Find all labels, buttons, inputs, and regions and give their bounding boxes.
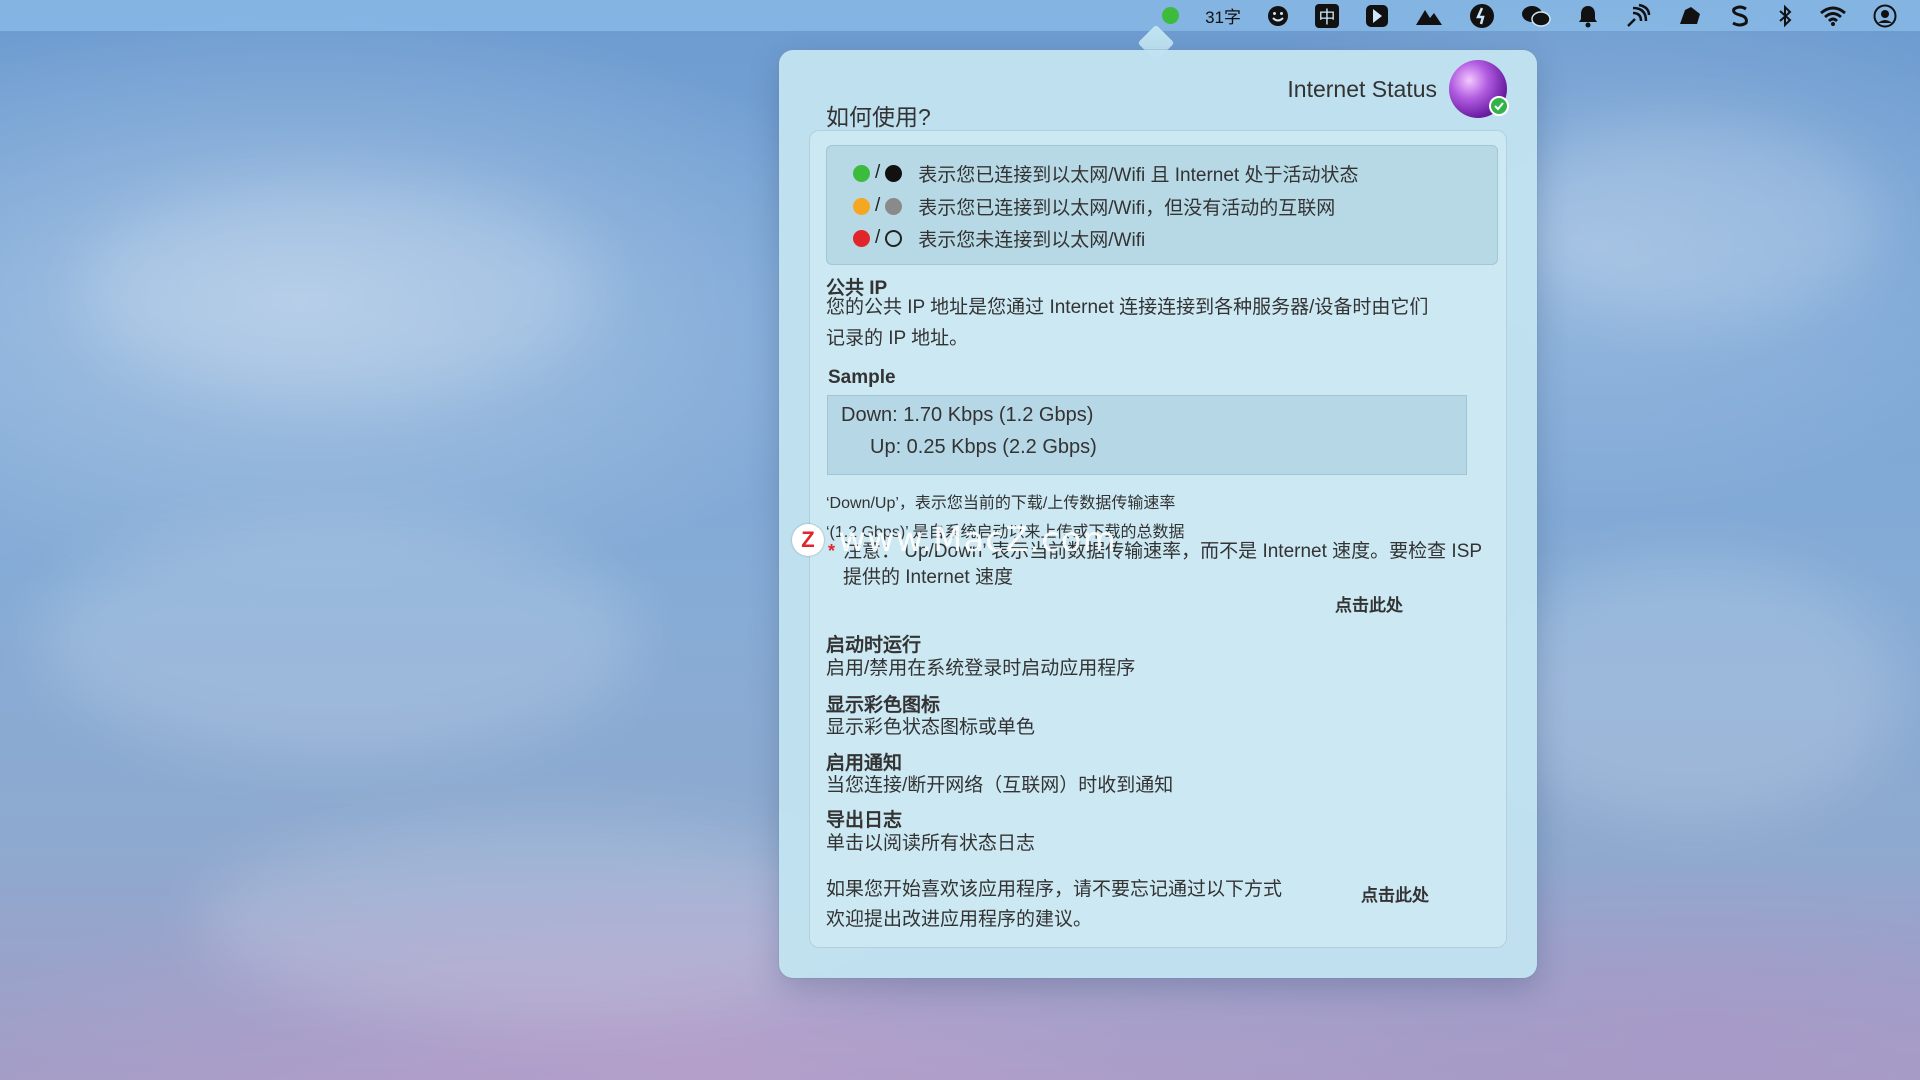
legend-separator: / — [875, 195, 881, 216]
legend-separator: / — [875, 227, 881, 248]
legend-text: 表示您已连接到以太网/Wifi，但没有活动的互联网 — [918, 197, 1336, 219]
internet-status-popover: Internet Status 如何使用? / 表示您已连接到以太网/Wifi … — [779, 50, 1537, 978]
watermark-logo-icon: Z — [792, 524, 824, 556]
word-count-menu-item[interactable]: 31字 — [1205, 0, 1241, 31]
orange-dot-icon — [853, 197, 870, 215]
gray-dot-icon — [885, 197, 903, 215]
public-ip-description-line1: 您的公共 IP 地址是您通过 Internet 连接连接到各种服务器/设备时由它… — [826, 297, 1429, 318]
black-dot-icon — [885, 164, 903, 182]
app-header: Internet Status — [1287, 60, 1509, 118]
legend-row-active: / 表示您已连接到以太网/Wifi 且 Internet 处于活动状态 — [853, 160, 1358, 186]
legend-box: / 表示您已连接到以太网/Wifi 且 Internet 处于活动状态 / 表示… — [826, 145, 1498, 265]
internet-status-menu-icon[interactable] — [1162, 0, 1180, 31]
watermark: Z www.MacZ.com — [792, 520, 1117, 560]
cleaner-icon[interactable] — [1677, 0, 1703, 31]
clock-circle-icon[interactable] — [1469, 0, 1495, 31]
run-at-login-description: 启用/禁用在系统登录时启动应用程序 — [826, 658, 1136, 679]
app-title: Internet Status — [1287, 75, 1437, 102]
sample-down: Down: 1.70 Kbps (1.2 Gbps) — [841, 404, 1094, 426]
feedback-link[interactable]: 点击此处 — [1361, 881, 1429, 906]
sample-up: Up: 0.25 Kbps (2.2 Gbps) — [870, 436, 1097, 458]
app-logo-icon — [1449, 60, 1509, 118]
watermark-logo-letter: Z — [801, 527, 815, 552]
legend-text: 表示您未连接到以太网/Wifi — [918, 229, 1146, 251]
watermark-text: www.MacZ.com — [838, 520, 1117, 560]
legend-row-disconnected: / 表示您未连接到以太网/Wifi — [853, 225, 1145, 251]
legend-row-no-internet: / 表示您已连接到以太网/Wifi，但没有活动的互联网 — [853, 193, 1335, 219]
menu-bar: 31字 中 — [0, 0, 1920, 31]
howto-title: 如何使用? — [826, 104, 931, 130]
notification-bell-icon[interactable] — [1577, 0, 1599, 31]
notifications-description: 当您连接/断开网络（互联网）时收到通知 — [826, 775, 1174, 796]
input-method-icon[interactable]: 中 — [1315, 0, 1339, 31]
s-app-icon[interactable] — [1729, 0, 1751, 31]
app-shortcut-icon[interactable] — [1365, 0, 1389, 31]
color-icon-description: 显示彩色状态图标或单色 — [826, 717, 1036, 738]
istat-mountain-icon[interactable] — [1415, 0, 1443, 31]
sample-box: Down: 1.70 Kbps (1.2 Gbps) Up: 0.25 Kbps… — [827, 395, 1467, 475]
down-up-note: ‘Down/Up’，表示您当前的下载/上传数据传输速率 — [826, 495, 1176, 512]
feedback-line1: 如果您开始喜欢该应用程序，请不要忘记通过以下方式 — [826, 879, 1283, 900]
green-dot-icon — [853, 164, 870, 182]
user-account-icon[interactable] — [1873, 0, 1897, 31]
airplay-icon[interactable] — [1625, 0, 1651, 31]
export-log-description: 单击以阅读所有状态日志 — [826, 833, 1036, 854]
feedback-line2: 欢迎提出改进应用程序的建议。 — [826, 909, 1093, 930]
bluetooth-icon[interactable] — [1777, 0, 1793, 31]
public-ip-description-line2: 记录的 IP 地址。 — [826, 328, 969, 349]
red-dot-icon — [853, 229, 870, 247]
hollow-circle-icon — [885, 229, 903, 247]
sample-title: Sample — [828, 367, 896, 388]
legend-text: 表示您已连接到以太网/Wifi 且 Internet 处于活动状态 — [918, 164, 1359, 186]
smiley-icon[interactable] — [1267, 0, 1289, 31]
wechat-icon[interactable] — [1521, 0, 1551, 31]
speed-test-link[interactable]: 点击此处 — [1335, 591, 1403, 616]
checkmark-badge-icon — [1489, 96, 1509, 116]
legend-separator: / — [875, 162, 881, 183]
wifi-icon[interactable] — [1819, 0, 1847, 31]
